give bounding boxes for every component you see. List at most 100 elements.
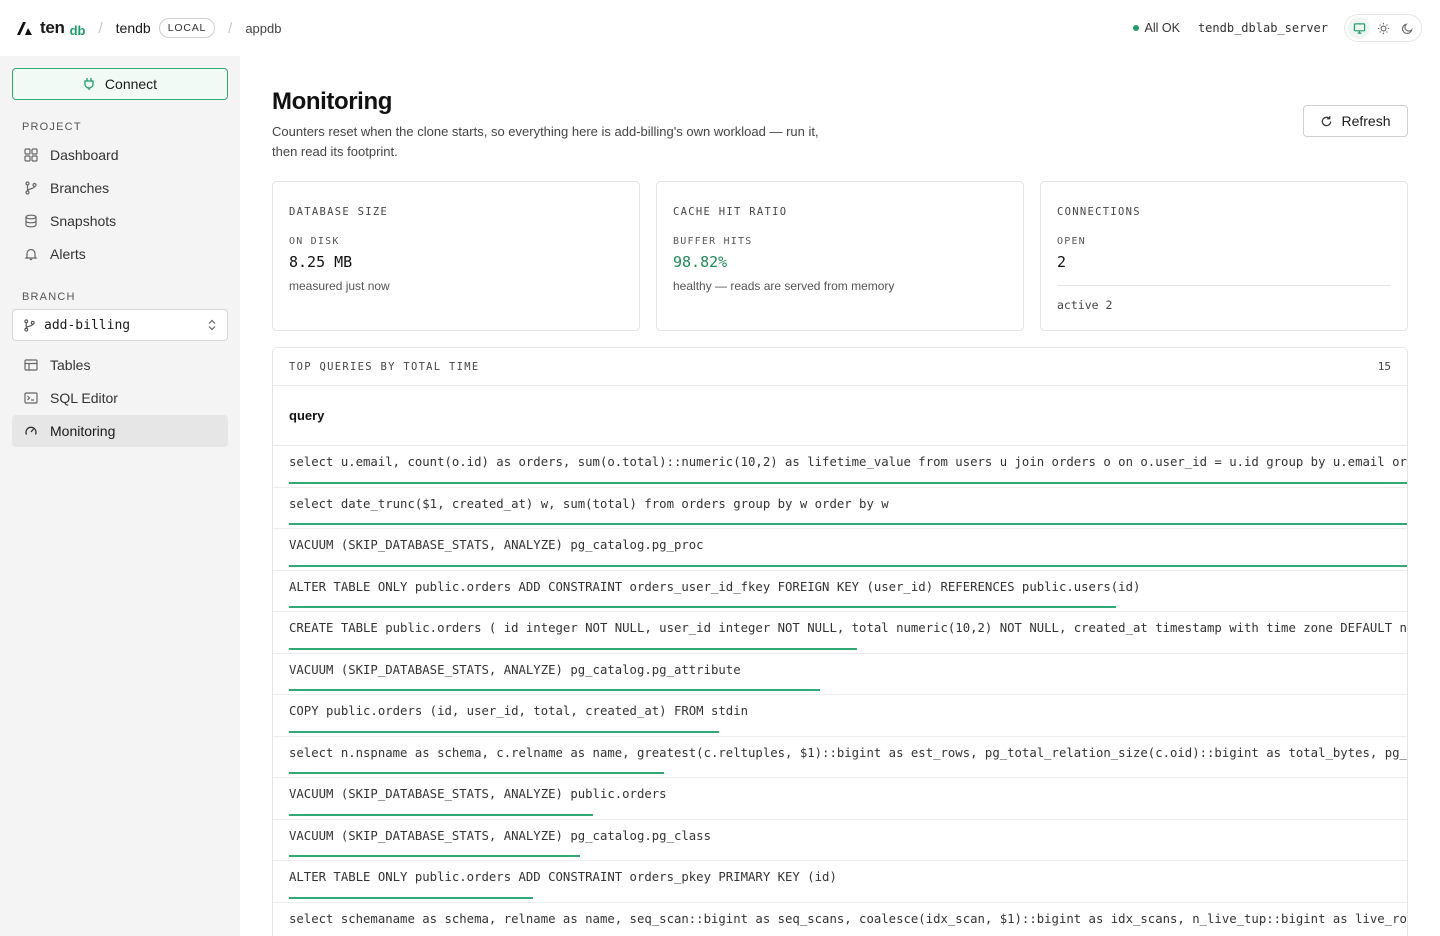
monitor-icon <box>1353 22 1365 34</box>
moon-icon <box>1401 22 1413 34</box>
logo-sub: db <box>69 22 86 38</box>
stat-note: healthy — reads are served from memory <box>673 279 895 293</box>
top-bar: ten db / tendb LOCAL / appdb All OK tend… <box>0 0 1440 56</box>
breadcrumb-database[interactable]: appdb <box>245 21 281 36</box>
stat-sub-label: OPEN <box>1057 236 1086 247</box>
query-text: VACUUM (SKIP_DATABASE_STATS, ANALYZE) pg… <box>289 538 704 552</box>
cache-hit-ratio-card: CACHE HIT RATIO BUFFER HITS 98.82% healt… <box>656 181 1024 331</box>
query-text: VACUUM (SKIP_DATABASE_STATS, ANALYZE) pg… <box>289 828 711 843</box>
stat-value: 2 <box>1057 253 1067 271</box>
query-row[interactable]: CREATE TABLE public.orders ( id integer … <box>273 612 1407 654</box>
sidebar-item-branches[interactable]: Branches <box>12 172 228 204</box>
sidebar-item-dashboard[interactable]: Dashboard <box>12 139 228 171</box>
stat-value: 8.25 MB <box>289 253 353 271</box>
query-row[interactable]: VACUUM (SKIP_DATABASE_STATS, ANALYZE) pu… <box>273 778 1407 820</box>
status-dot <box>1132 25 1139 31</box>
top-queries-title: TOP QUERIES BY TOTAL TIME <box>289 360 480 373</box>
query-row[interactable]: COPY public.orders (id, user_id, total, … <box>273 695 1407 737</box>
query-text: VACUUM (SKIP_DATABASE_STATS, ANALYZE) pu… <box>289 787 667 801</box>
theme-light-button[interactable] <box>1372 17 1394 39</box>
stats-row: DATABASE SIZE ON DISK 8.25 MB measured j… <box>272 181 1408 331</box>
terminal-icon <box>24 392 38 404</box>
logo[interactable]: ten db <box>16 18 86 38</box>
query-row[interactable]: ALTER TABLE ONLY public.orders ADD CONST… <box>273 571 1407 612</box>
branch-select[interactable]: add-billing <box>12 309 228 341</box>
query-row[interactable]: select date_trunc($1, created_at) w, sum… <box>273 488 1407 529</box>
top-queries-header: TOP QUERIES BY TOTAL TIME 15 <box>273 348 1407 386</box>
query-row[interactable]: VACUUM (SKIP_DATABASE_STATS, ANALYZE) pg… <box>273 654 1407 695</box>
connections-card: CONNECTIONS OPEN 2 active 2 <box>1040 181 1408 331</box>
query-text: select schemaname as schema, relname as … <box>289 911 1407 926</box>
grid-icon <box>24 148 38 162</box>
query-column-header[interactable]: query <box>273 386 1407 446</box>
git-branch-icon <box>24 318 35 332</box>
query-time-bar <box>289 481 1407 484</box>
breadcrumb-separator: / <box>98 19 103 37</box>
main-content: Monitoring Counters reset when the clone… <box>272 56 1408 936</box>
sidebar: Connect PROJECT Dashboard Branches Snaps… <box>0 56 240 936</box>
query-text: CREATE TABLE public.orders ( id integer … <box>289 621 1408 635</box>
query-row[interactable]: ALTER TABLE ONLY public.orders ADD CONST… <box>273 861 1407 903</box>
database-size-card: DATABASE SIZE ON DISK 8.25 MB measured j… <box>272 181 640 331</box>
query-row[interactable]: VACUUM (SKIP_DATABASE_STATS, ANALYZE) pg… <box>273 820 1407 861</box>
connect-button[interactable]: Connect <box>12 68 228 100</box>
server-name: tendb_dblab_server <box>1197 21 1328 35</box>
sidebar-item-label: Snapshots <box>50 213 117 229</box>
stat-value: 98.82% <box>673 253 728 271</box>
query-time-bar <box>289 564 1407 567</box>
theme-system-button[interactable] <box>1348 17 1370 39</box>
logo-text: ten <box>40 18 65 37</box>
query-text: ALTER TABLE ONLY public.orders ADD CONST… <box>289 579 1141 594</box>
connect-label: Connect <box>104 76 158 92</box>
query-row[interactable]: VACUUM (SKIP_DATABASE_STATS, ANALYZE) pg… <box>273 529 1407 571</box>
stat-title: CACHE HIT RATIO <box>673 206 788 218</box>
branch-section-label: BRANCH <box>22 291 76 303</box>
breadcrumb-separator: / <box>228 19 233 37</box>
sidebar-item-snapshots[interactable]: Snapshots <box>12 205 228 237</box>
query-row[interactable]: select n.nspname as schema, c.relname as… <box>273 737 1407 778</box>
sidebar-item-label: Monitoring <box>50 423 116 439</box>
stat-sub-label: ON DISK <box>289 236 340 247</box>
breadcrumb-project[interactable]: tendb <box>116 20 151 36</box>
stat-sub-label: BUFFER HITS <box>673 236 753 247</box>
query-time-bar <box>289 896 533 899</box>
top-queries-count: 15 <box>1377 360 1391 373</box>
sidebar-item-sql-editor[interactable]: SQL Editor <box>12 382 228 414</box>
query-row[interactable]: select u.email, count(o.id) as orders, s… <box>273 446 1407 488</box>
sidebar-item-tables[interactable]: Tables <box>12 349 228 381</box>
sidebar-item-monitoring[interactable]: Monitoring <box>12 415 228 447</box>
top-queries-panel: TOP QUERIES BY TOTAL TIME 15 query selec… <box>272 347 1408 936</box>
env-badge: LOCAL <box>158 18 216 38</box>
stat-active: active 2 <box>1057 298 1113 312</box>
sidebar-item-alerts[interactable]: Alerts <box>12 238 228 270</box>
sidebar-item-label: Tables <box>50 357 91 373</box>
theme-switcher <box>1344 14 1422 42</box>
bell-icon <box>24 248 38 261</box>
query-time-bar <box>289 855 580 857</box>
query-time-bar <box>289 647 857 650</box>
query-time-bar <box>289 689 820 691</box>
chevron-updown-icon <box>208 319 216 331</box>
sidebar-item-label: Dashboard <box>50 147 119 163</box>
database-icon <box>25 214 37 228</box>
sidebar-item-label: Branches <box>50 180 110 196</box>
branch-select-value: add-billing <box>44 317 131 333</box>
query-list: select u.email, count(o.id) as orders, s… <box>273 446 1407 936</box>
status-text: All OK <box>1144 21 1180 35</box>
refresh-button[interactable]: Refresh <box>1303 105 1408 137</box>
table-icon <box>24 359 38 371</box>
divider <box>1057 285 1391 286</box>
sidebar-item-label: SQL Editor <box>50 390 118 406</box>
git-branch-icon <box>25 181 37 195</box>
query-time-bar <box>289 813 593 816</box>
project-section-label: PROJECT <box>22 121 82 133</box>
logo-mark-icon <box>17 22 32 35</box>
stat-note: measured just now <box>289 279 390 293</box>
page-description: Counters reset when the clone starts, so… <box>272 124 819 159</box>
refresh-icon <box>1322 115 1332 126</box>
query-row[interactable]: select schemaname as schema, relname as … <box>273 903 1407 936</box>
refresh-label: Refresh <box>1341 113 1391 129</box>
sidebar-item-label: Alerts <box>50 246 86 262</box>
theme-dark-button[interactable] <box>1396 17 1418 39</box>
query-time-bar <box>289 523 1407 525</box>
